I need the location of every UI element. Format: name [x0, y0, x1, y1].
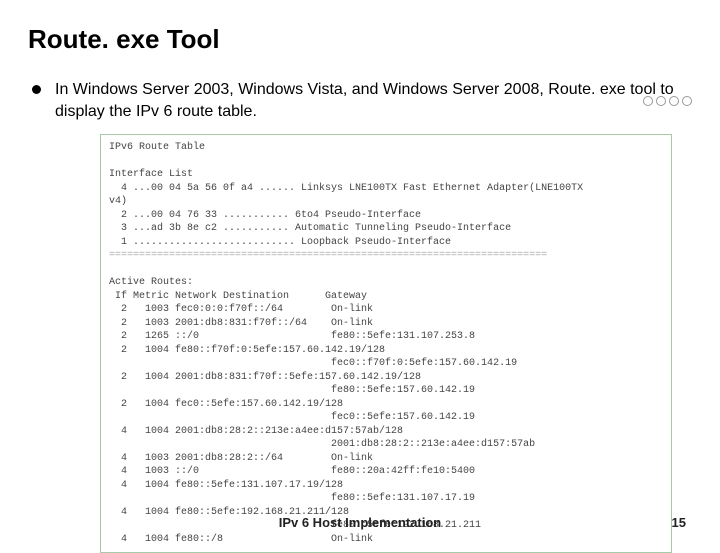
- bullet-item: In Windows Server 2003, Windows Vista, a…: [28, 79, 692, 122]
- page-number: 15: [672, 515, 686, 530]
- bullet-text: In Windows Server 2003, Windows Vista, a…: [55, 79, 692, 122]
- page-title: Route. exe Tool: [28, 24, 692, 55]
- bullet-dot-icon: [32, 85, 41, 94]
- decorative-circles: [643, 96, 692, 106]
- command-output-box: IPv6 Route Table Interface List 4 ...00 …: [100, 134, 672, 553]
- footer-text: IPv 6 Host Implementation: [0, 515, 720, 530]
